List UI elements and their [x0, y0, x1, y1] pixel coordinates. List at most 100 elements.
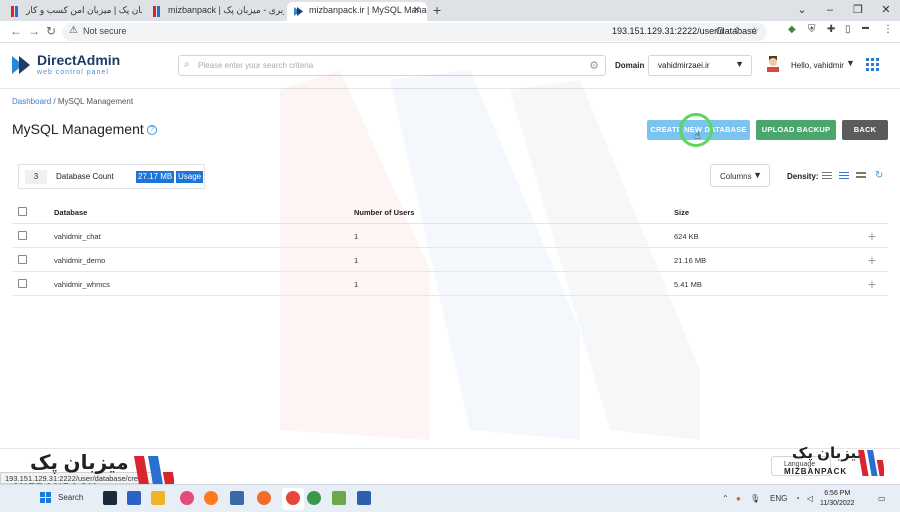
file-explorer-icon[interactable] — [103, 491, 117, 505]
forward-arrow-icon[interactable]: → — [28, 24, 40, 38]
microphone-tray-icon[interactable]: 🎙 — [750, 494, 760, 503]
breadcrumb-dashboard-link[interactable]: Dashboard — [12, 97, 51, 106]
word-icon[interactable] — [357, 491, 371, 505]
puzzle-icon[interactable]: ✚ — [827, 24, 835, 35]
sidebar-icon[interactable]: ▯ — [845, 24, 851, 35]
chrome-icon[interactable] — [286, 491, 300, 505]
window-controls: ⌄ – ❐ ✕ — [788, 0, 900, 21]
logo-title: DirectAdmin — [37, 52, 121, 68]
browser-tab-1-title: میزبان پک | میزبان امن کسب و کار — [26, 5, 142, 15]
footer-divider — [0, 448, 900, 449]
security-label: Not secure — [83, 26, 127, 36]
omnibox[interactable]: ⚠ Not secure 193.151.129.31:2222/user/da… — [62, 23, 767, 41]
density-standard-icon[interactable] — [839, 172, 849, 180]
notification-icon[interactable]: ▭ — [878, 494, 886, 503]
close-window-icon[interactable]: ✕ — [872, 0, 900, 21]
browser-tab-active[interactable]: mizbanpack.ir | MySQL Managem ✕ — [287, 2, 427, 21]
clock-date: 11/30/2022 — [820, 500, 855, 507]
caret-down-icon[interactable]: ▼ — [846, 58, 855, 68]
browser-tab-2[interactable]: mizbanpack | ناحیه کاربری - میزبان پک — [146, 2, 284, 21]
breadcrumb-current: MySQL Management — [57, 97, 134, 106]
domain-label: Domain — [615, 61, 645, 70]
browser-tab-bar: میزبان پک | میزبان امن کسب و کار mizbanp… — [0, 0, 900, 21]
logo-subtitle: web control panel — [37, 69, 109, 76]
maximize-icon[interactable]: ❐ — [844, 0, 872, 21]
caret-down-icon: ▼ — [735, 59, 744, 69]
database-stats: 3 Database Count 27.17 MB Usage — [18, 164, 205, 189]
editor-icon[interactable] — [332, 491, 346, 505]
database-name-cell[interactable]: vahidmir_chat — [54, 232, 101, 241]
database-name-cell[interactable]: vahidmir_demo — [54, 256, 105, 265]
database-name-cell[interactable]: vahidmir_whmcs — [54, 280, 110, 289]
chevron-up-icon[interactable]: ⌃ — [722, 494, 729, 503]
folder-icon[interactable] — [151, 491, 165, 505]
extension-icon[interactable]: ◆ — [788, 24, 796, 35]
browser-tab-active-title: mizbanpack.ir | MySQL Managem — [309, 5, 427, 15]
windows-start-icon[interactable] — [40, 492, 52, 504]
profile-icon[interactable]: ▬ — [862, 24, 869, 31]
color-picker-icon[interactable] — [180, 491, 194, 505]
page-title: MySQL Management — [12, 121, 144, 137]
row-checkbox[interactable] — [18, 255, 27, 264]
language-indicator[interactable]: ENG — [770, 494, 787, 503]
chevron-down-icon[interactable]: ⌄ — [788, 0, 816, 21]
size-cell: 21.16 MB — [674, 256, 707, 265]
browser-tab-2-title: mizbanpack | ناحیه کاربری - میزبان پک — [168, 5, 284, 15]
clock[interactable]: 6:56 PM 11/30/2022 — [820, 489, 855, 509]
breadcrumb-separator: / — [51, 97, 58, 106]
directadmin-logo-icon — [12, 56, 30, 74]
brand-persian-name: میزبان پک — [792, 445, 866, 462]
expand-plus-icon[interactable]: + — [868, 276, 876, 292]
table-row[interactable]: vahidmir_chat 1 624 KB + — [12, 224, 888, 248]
app-grid-icon[interactable] — [866, 58, 879, 71]
table-row[interactable]: vahidmir_whmcs 1 5.41 MB + — [12, 272, 888, 296]
density-comfortable-icon[interactable] — [856, 172, 866, 180]
density-compact-icon[interactable] — [822, 172, 832, 180]
column-header-database[interactable]: Database — [54, 208, 87, 217]
refresh-icon[interactable]: ↻ — [875, 170, 883, 181]
back-button[interactable]: BACK — [842, 120, 888, 140]
column-header-users[interactable]: Number of Users — [354, 208, 414, 217]
user-greeting[interactable]: Hello, vahidmir — [791, 61, 844, 70]
taskbar-search[interactable]: Search — [58, 493, 83, 502]
star-icon[interactable]: ☆ — [750, 26, 759, 37]
warning-icon[interactable]: ⚠ — [69, 25, 78, 36]
browser-app-icon[interactable] — [307, 491, 321, 505]
avatar[interactable] — [766, 56, 780, 72]
users-cell: 1 — [354, 280, 359, 289]
network-tool-icon[interactable] — [230, 491, 244, 505]
tray-app-icon[interactable]: ● — [736, 494, 741, 503]
minimize-icon[interactable]: – — [816, 0, 844, 21]
photoshop-icon[interactable] — [127, 491, 141, 505]
select-all-checkbox[interactable] — [18, 207, 27, 216]
help-icon[interactable]: ? — [147, 125, 157, 135]
microphone-icon[interactable] — [257, 491, 271, 505]
mizbanpack-favicon-icon — [11, 6, 18, 17]
row-checkbox[interactable] — [18, 279, 27, 288]
reload-icon[interactable]: ↻ — [46, 24, 56, 38]
back-arrow-icon[interactable]: ← — [10, 24, 22, 38]
upload-backup-button[interactable]: UPLOAD BACKUP — [756, 120, 836, 140]
browser-tab-1[interactable]: میزبان پک | میزبان امن کسب و کار — [4, 2, 142, 21]
translate-icon[interactable]: G — [716, 26, 724, 37]
row-checkbox[interactable] — [18, 231, 27, 240]
shield-icon[interactable]: ⛨ — [808, 24, 816, 35]
mizbanpack-brand-overlay-right: میزبان پک MIZBANPACK — [778, 445, 888, 478]
new-tab-button[interactable]: + — [433, 2, 441, 18]
users-cell: 1 — [354, 256, 359, 265]
menu-dots-icon[interactable]: ⋮ — [883, 24, 893, 35]
column-header-size[interactable]: Size — [674, 208, 689, 217]
table-row[interactable]: vahidmir_demo 1 21.16 MB + — [12, 248, 888, 272]
firefox-icon[interactable] — [204, 491, 218, 505]
usage-label: Usage — [176, 171, 204, 183]
mizbanpack-favicon-icon — [153, 6, 160, 17]
users-cell: 1 — [354, 232, 359, 241]
expand-plus-icon[interactable]: + — [868, 228, 876, 244]
wifi-icon[interactable]: ◔ — [795, 494, 800, 503]
columns-dropdown[interactable]: Columns ▼ — [710, 164, 770, 187]
expand-plus-icon[interactable]: + — [868, 252, 876, 268]
columns-label: Columns — [720, 172, 752, 181]
close-tab-icon[interactable]: ✕ — [413, 5, 421, 16]
volume-icon[interactable]: ◁ — [807, 494, 813, 503]
share-icon[interactable]: ⇪ — [733, 26, 741, 37]
